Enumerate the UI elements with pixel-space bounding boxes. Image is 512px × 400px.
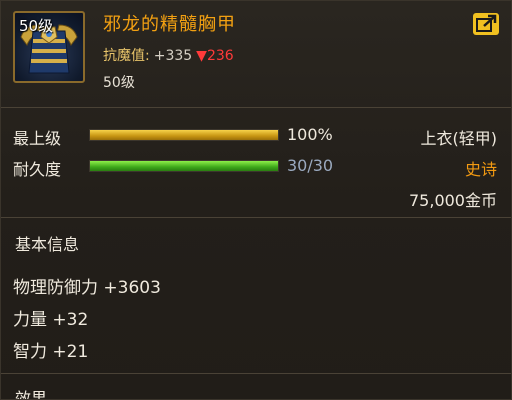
magic-resist-row: 抗魔值: +335 ▼236 bbox=[103, 45, 234, 65]
magic-resist-value: +335 bbox=[153, 48, 193, 64]
effect-title: 效果 bbox=[15, 389, 48, 400]
magic-resist-label: 抗魔值: bbox=[103, 48, 150, 64]
item-tooltip-panel: 50级 邪龙的精髓胸甲 抗魔值: +335 ▼236 50级 最上级 100% 耐久… bbox=[0, 0, 512, 400]
share-icon bbox=[476, 14, 497, 32]
basic-info-title: 基本信息 bbox=[15, 235, 80, 254]
grade-label: 最上级 bbox=[13, 129, 62, 148]
effect-divider bbox=[1, 373, 511, 374]
durability-bar-fill bbox=[90, 161, 278, 171]
stat-line: 物理防御力 +3603 bbox=[13, 278, 161, 298]
magic-resist-diff: ▼236 bbox=[196, 48, 234, 64]
header-divider bbox=[1, 107, 511, 108]
item-level-text: 50级 bbox=[103, 75, 135, 91]
durability-value: 30/30 bbox=[287, 156, 334, 175]
item-name: 邪龙的精髓胸甲 bbox=[103, 14, 236, 35]
grade-bar-fill bbox=[90, 130, 278, 140]
durability-label: 耐久度 bbox=[13, 160, 62, 179]
grade-bar bbox=[89, 129, 279, 141]
slot-type: 上衣(轻甲) bbox=[420, 129, 498, 148]
stat-line: 力量 +32 bbox=[13, 310, 89, 330]
grade-value: 100% bbox=[287, 125, 333, 144]
section-divider bbox=[1, 217, 511, 218]
chest-armor-icon: 50级 bbox=[13, 11, 85, 83]
share-button[interactable] bbox=[473, 13, 499, 35]
rarity-text: 史诗 bbox=[464, 160, 497, 179]
stat-line: 智力 +21 bbox=[13, 342, 89, 362]
price-text: 75,000金币 bbox=[409, 191, 497, 210]
durability-bar bbox=[89, 160, 279, 172]
item-level-badge: 50级 bbox=[19, 17, 54, 35]
